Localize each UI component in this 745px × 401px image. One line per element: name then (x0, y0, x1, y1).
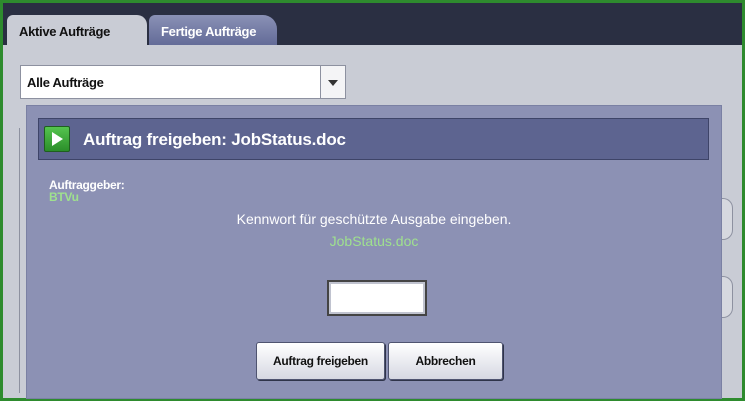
password-input[interactable] (327, 280, 427, 316)
release-job-button[interactable]: Auftrag freigeben (256, 342, 385, 380)
background-scroll-button-up (720, 198, 733, 240)
release-job-dialog: Auftrag freigeben: JobStatus.doc Auftrag… (27, 106, 721, 398)
tab-bar: Aktive Aufträge Fertige Aufträge (3, 3, 742, 47)
job-filter-dropdown[interactable]: Alle Aufträge (20, 65, 346, 99)
tab-active-jobs[interactable]: Aktive Aufträge (7, 15, 147, 47)
document-name: JobStatus.doc (329, 233, 419, 249)
chevron-down-icon (328, 80, 338, 86)
app-frame: Aktive Aufträge Fertige Aufträge Alle Au… (0, 0, 745, 401)
play-icon (44, 126, 70, 152)
dialog-titlebar: Auftrag freigeben: JobStatus.doc (38, 118, 709, 160)
tab-completed-jobs[interactable]: Fertige Aufträge (149, 15, 277, 45)
dropdown-arrow-button[interactable] (320, 66, 345, 98)
password-prompt: Kennwort für geschützte Ausgabe eingeben… (236, 211, 512, 227)
job-filter-value: Alle Aufträge (27, 75, 104, 90)
background-list-border (19, 128, 20, 393)
owner-value: BTVu (49, 190, 79, 204)
dialog-title: Auftrag freigeben: JobStatus.doc (83, 130, 346, 149)
cancel-button[interactable]: Abbrechen (388, 342, 503, 380)
background-scroll-button-down (720, 276, 733, 318)
